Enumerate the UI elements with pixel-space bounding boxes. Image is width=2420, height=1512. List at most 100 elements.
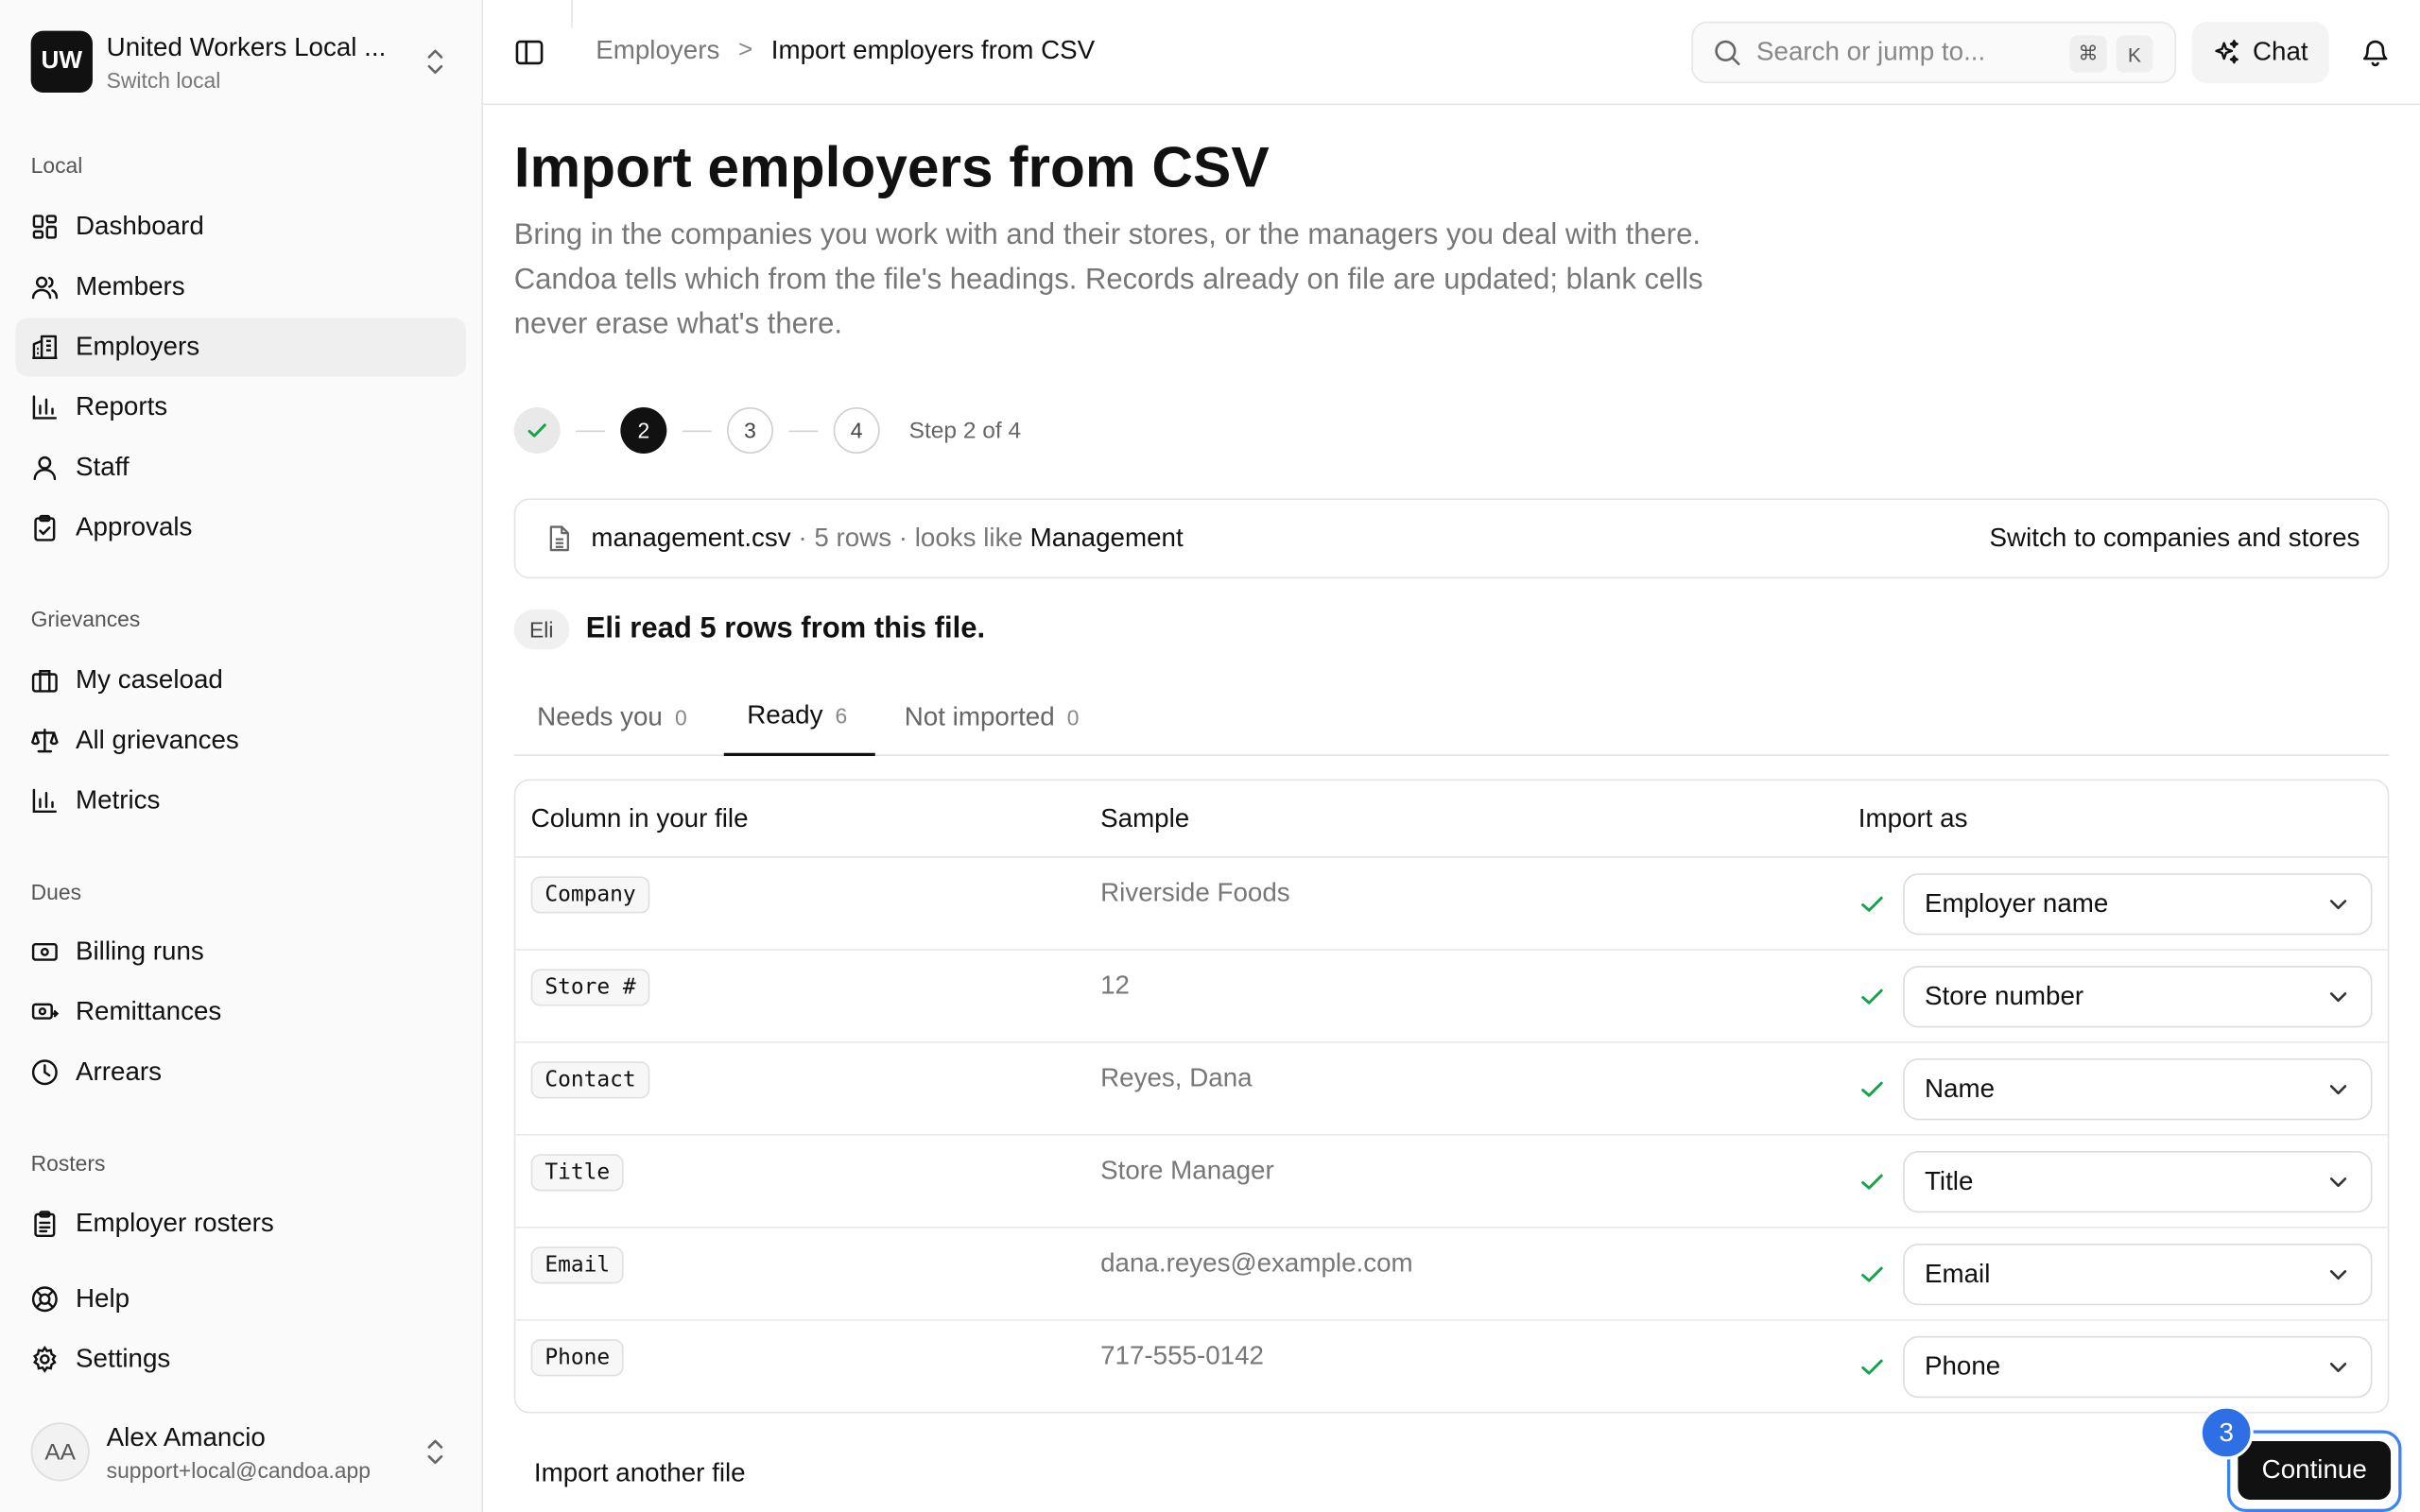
step-connector xyxy=(788,429,819,432)
sidebar-item-all-grievances[interactable]: All grievances xyxy=(15,712,466,770)
tab-count: 0 xyxy=(1066,705,1080,730)
switch-import-type-link[interactable]: Switch to companies and stores xyxy=(1990,523,2360,554)
sample-value: Store Manager xyxy=(1100,1155,1274,1185)
user-email: support+local@candoa.app xyxy=(106,1457,371,1483)
chevron-down-icon xyxy=(2329,1270,2347,1280)
step-label: Step 2 of 4 xyxy=(908,417,1022,444)
sidebar-item-label: Reports xyxy=(76,391,168,421)
sidebar-item-label: All grievances xyxy=(76,725,239,755)
org-name: United Workers Local ... xyxy=(106,31,387,61)
tab-ready[interactable]: Ready 6 xyxy=(723,679,875,757)
sidebar-item-employers[interactable]: Employers xyxy=(15,318,467,377)
clock-icon xyxy=(31,1059,58,1086)
chevron-down-icon xyxy=(2329,900,2347,910)
sidebar-toggle-icon[interactable] xyxy=(514,37,545,68)
import-as-select[interactable]: Employer name xyxy=(1903,873,2373,936)
import-as-select[interactable]: Email xyxy=(1903,1243,2373,1306)
file-column-chip: Title xyxy=(530,1154,624,1192)
user-menu[interactable]: AA Alex Amancio support+local@candoa.app xyxy=(30,1417,463,1487)
file-column-chip: Email xyxy=(530,1246,624,1284)
sidebar-item-label: Billing runs xyxy=(76,936,204,967)
sidebar-item-settings[interactable]: Settings xyxy=(15,1330,466,1388)
money-receive-icon xyxy=(31,1003,60,1020)
import-as-select[interactable]: Title xyxy=(1903,1150,2373,1213)
check-icon xyxy=(1861,1081,1883,1097)
sidebar-item-my-caseload[interactable]: My caseload xyxy=(15,651,466,710)
select-value: Phone xyxy=(1924,1351,2001,1382)
clipboard-check-icon xyxy=(34,514,56,541)
sample-value: Riverside Foods xyxy=(1100,878,1290,908)
chevron-down-icon xyxy=(2329,1085,2347,1095)
banknote-icon xyxy=(31,942,58,961)
continue-focus-ring: Continue xyxy=(2226,1430,2402,1512)
check-icon xyxy=(1861,988,1883,1005)
app-root: UW United Workers Local ... Switch local… xyxy=(0,0,2420,1512)
select-value: Email xyxy=(1924,1259,1991,1289)
page-title: Import employers from CSV xyxy=(513,135,1270,199)
check-icon xyxy=(1861,1359,1883,1375)
shortcut-k-key: K xyxy=(2116,35,2153,73)
chevron-down-icon xyxy=(2329,992,2347,1003)
org-switch-label: Switch local xyxy=(106,67,221,93)
shortcut-command-key: ⌘ xyxy=(2069,35,2107,73)
step-3: 3 xyxy=(727,407,773,455)
sidebar-item-label: Help xyxy=(76,1283,130,1314)
breadcrumb-employers-link[interactable]: Employers xyxy=(596,36,719,67)
tab-not-imported[interactable]: Not imported 0 xyxy=(905,679,1080,756)
search-placeholder: Search or jump to... xyxy=(1756,37,1986,67)
sparkles-icon xyxy=(2214,40,2238,64)
building-icon xyxy=(32,335,58,360)
lifebuoy-icon xyxy=(31,1286,58,1313)
step-connector xyxy=(682,429,712,432)
select-value: Title xyxy=(1924,1166,1974,1196)
tabs: Needs you 0 Ready 6 Not imported 0 xyxy=(513,679,2390,757)
sidebar-item-employer-rosters[interactable]: Employer rosters xyxy=(15,1194,466,1253)
file-column-chip: Company xyxy=(530,876,650,914)
table-row: Title Store Manager Title xyxy=(515,1136,2388,1228)
user-name: Alex Amancio xyxy=(106,1421,266,1452)
user-icon xyxy=(33,455,57,481)
assistant-message-text: Eli read 5 rows from this file. xyxy=(585,612,986,645)
sidebar-item-reports[interactable]: Reports xyxy=(15,378,466,437)
sidebar-item-label: Settings xyxy=(76,1344,171,1374)
sidebar-item-metrics[interactable]: Metrics xyxy=(15,771,466,830)
sidebar-item-label: Members xyxy=(76,271,185,301)
briefcase-icon xyxy=(31,669,58,693)
sidebar-item-label: Approvals xyxy=(76,512,193,542)
breadcrumb: Employers > Import employers from CSV xyxy=(596,36,1095,67)
check-icon xyxy=(1861,1266,1883,1282)
breadcrumb-current: Import employers from CSV xyxy=(770,35,1096,65)
sidebar-item-help[interactable]: Help xyxy=(15,1270,466,1329)
org-switcher[interactable]: UW United Workers Local ... Switch local xyxy=(30,27,463,95)
bell-icon[interactable] xyxy=(2360,37,2391,68)
sidebar-item-arrears[interactable]: Arrears xyxy=(15,1043,466,1102)
sidebar-item-billing-runs[interactable]: Billing runs xyxy=(15,922,466,981)
continue-button[interactable]: Continue xyxy=(2238,1440,2392,1500)
sidebar-item-remittances[interactable]: Remittances xyxy=(15,983,466,1041)
section-label-rosters: Rosters xyxy=(30,1150,106,1177)
sidebar-item-staff[interactable]: Staff xyxy=(15,438,466,497)
gear-icon xyxy=(33,1345,57,1373)
file-summary: management.csv · 5 rows · looks like Man… xyxy=(513,498,2390,579)
breadcrumb-separator: > xyxy=(737,37,753,63)
import-as-select[interactable]: Phone xyxy=(1903,1335,2373,1399)
bar-chart-icon xyxy=(32,788,58,814)
file-column-chip: Store # xyxy=(530,969,650,1006)
chevron-down-icon xyxy=(2329,1177,2347,1188)
import-as-select[interactable]: Store number xyxy=(1903,966,2373,1028)
chevron-up-down-icon xyxy=(427,1439,443,1465)
step-1-complete xyxy=(513,407,561,455)
file-kind: Management xyxy=(1029,523,1184,553)
search-input[interactable]: Search or jump to... ⌘ K xyxy=(1691,21,2177,84)
tab-needs-you[interactable]: Needs you 0 xyxy=(537,679,686,756)
header-sample: Sample xyxy=(1100,803,1190,833)
sidebar-item-approvals[interactable]: Approvals xyxy=(15,498,466,557)
sidebar-item-dashboard[interactable]: Dashboard xyxy=(15,198,466,256)
import-another-file-button[interactable]: Import another file xyxy=(534,1458,746,1489)
sidebar: UW United Workers Local ... Switch local… xyxy=(0,0,484,1512)
step-marker-badge: 3 xyxy=(2199,1405,2254,1460)
import-as-select[interactable]: Name xyxy=(1903,1058,2373,1121)
sidebar-item-members[interactable]: Members xyxy=(15,258,466,317)
file-column-chip: Phone xyxy=(530,1339,624,1377)
chat-button[interactable]: Chat xyxy=(2191,21,2329,84)
